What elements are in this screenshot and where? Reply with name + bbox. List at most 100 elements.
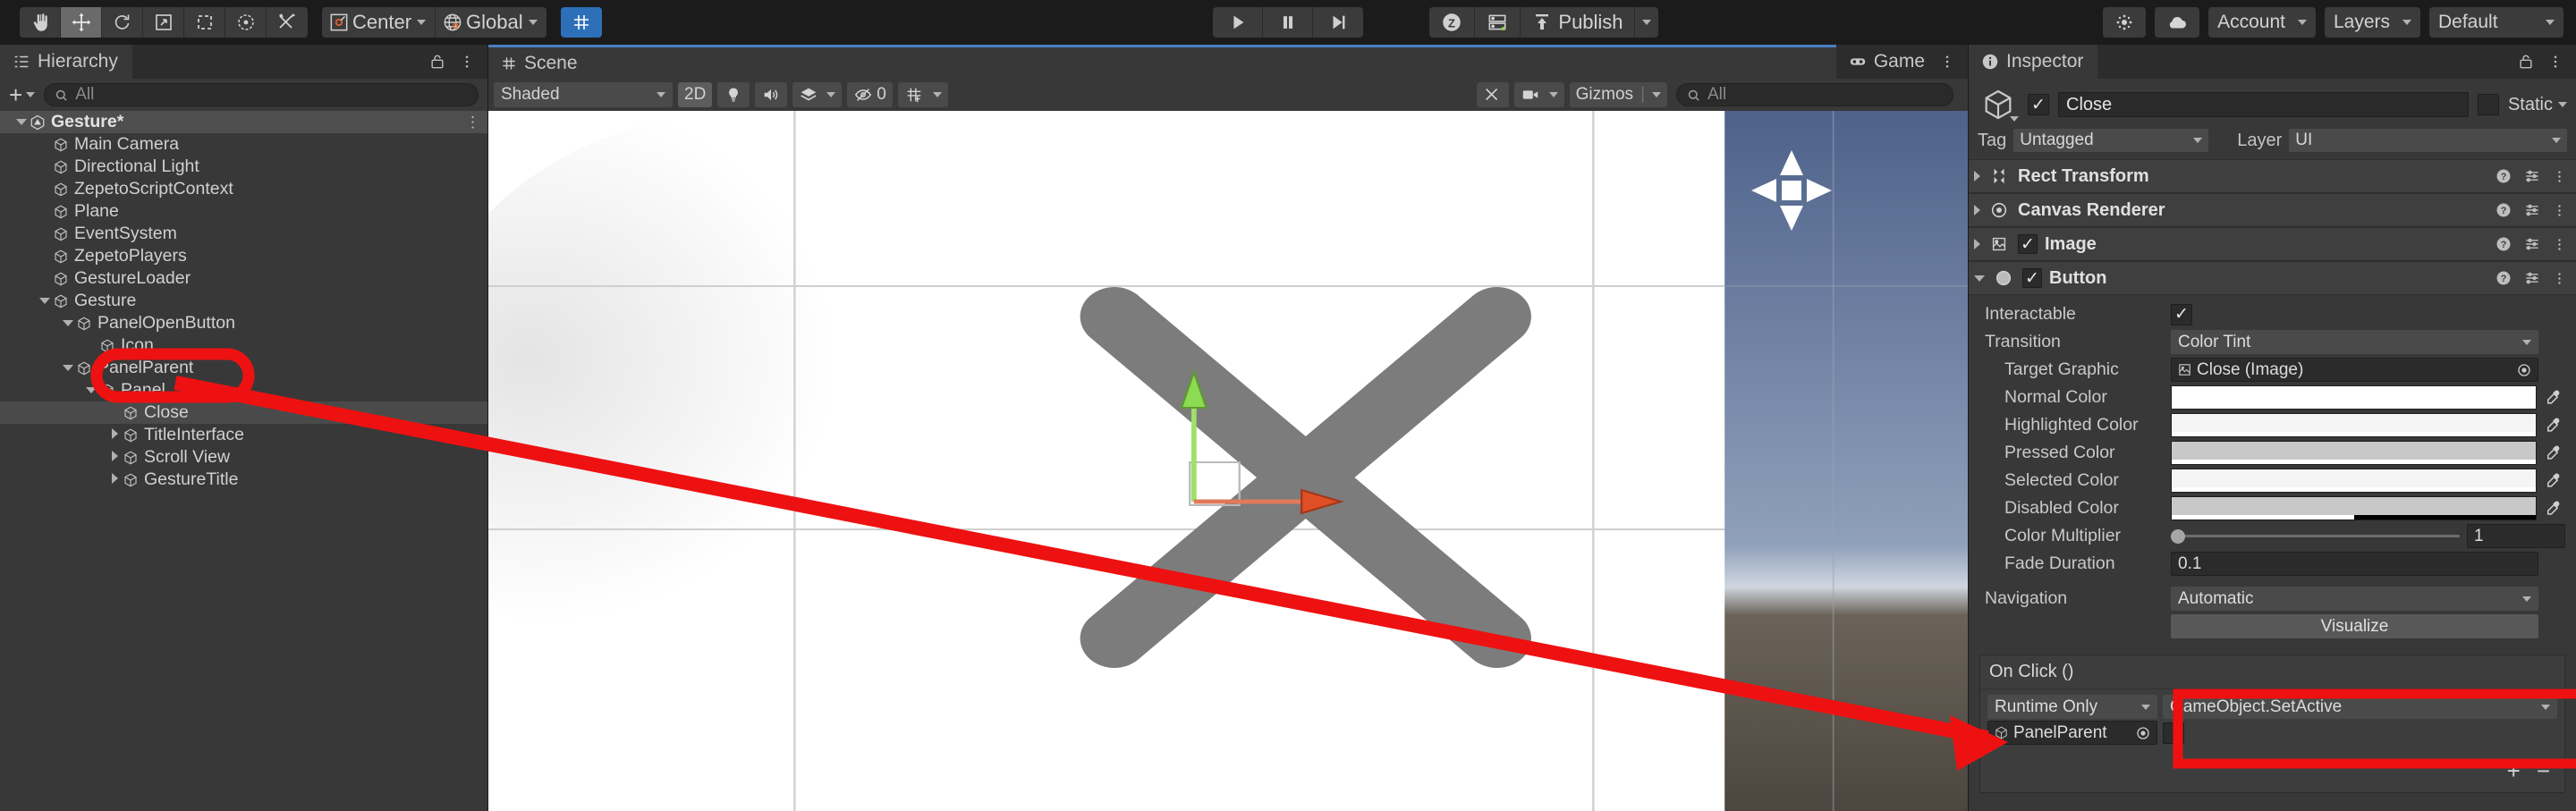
- color-swatch[interactable]: [2171, 385, 2537, 410]
- hierarchy-item-main-camera[interactable]: Main Camera: [0, 133, 487, 156]
- hierarchy-item-eventsystem[interactable]: EventSystem: [0, 223, 487, 245]
- chevron-right-icon-rect[interactable]: [1974, 171, 1980, 182]
- target-object-field[interactable]: PanelParent: [1987, 721, 2157, 745]
- kebab-menu-icon-5[interactable]: [2552, 203, 2567, 218]
- chevron-down-icon[interactable]: [14, 117, 29, 128]
- preset-icon-4[interactable]: [2523, 269, 2541, 287]
- hierarchy-item-panelparent[interactable]: PanelParent: [0, 357, 487, 379]
- help-icon[interactable]: ?: [2495, 167, 2512, 185]
- cloud-button[interactable]: [2155, 7, 2200, 38]
- eyedropper-icon[interactable]: [2542, 389, 2565, 407]
- hierarchy-item-icon[interactable]: Icon: [0, 334, 487, 357]
- kebab-menu-icon-7[interactable]: [2552, 271, 2567, 286]
- publish-button[interactable]: Publish: [1521, 7, 1635, 38]
- color-swatch[interactable]: [2171, 441, 2537, 465]
- eyedropper-icon[interactable]: [2542, 500, 2565, 518]
- scene-visibility-button[interactable]: 0: [847, 82, 893, 107]
- call-state-dropdown[interactable]: Runtime Only: [1987, 695, 2157, 719]
- tag-dropdown[interactable]: Untagged: [2013, 129, 2209, 152]
- preset-icon-2[interactable]: [2523, 201, 2541, 219]
- play-button[interactable]: [1213, 7, 1263, 38]
- scene-search-input[interactable]: All: [1676, 83, 1953, 106]
- color-swatch[interactable]: [2171, 469, 2537, 493]
- hierarchy-item-gesture[interactable]: Gesture: [0, 290, 487, 312]
- hierarchy-tree[interactable]: Gesture* ⋮ Main Camera Directional Light Zep…: [0, 111, 487, 811]
- add-listener-button[interactable]: +: [2507, 757, 2521, 785]
- tab-hierarchy[interactable]: Hierarchy: [0, 45, 132, 79]
- button-enabled-checkbox[interactable]: [2022, 268, 2042, 288]
- interactable-checkbox[interactable]: [2171, 303, 2192, 325]
- layers-dropdown[interactable]: Layers: [2324, 7, 2420, 38]
- color-swatch[interactable]: [2171, 496, 2537, 520]
- pivot-rotation-button[interactable]: Global: [436, 7, 547, 38]
- eyedropper-icon[interactable]: [2542, 472, 2565, 490]
- hierarchy-item-gesturetitle[interactable]: GestureTitle: [0, 469, 487, 491]
- toggle-2d-button[interactable]: 2D: [678, 82, 713, 107]
- hand-tool-button[interactable]: [20, 7, 61, 38]
- hierarchy-item-zepetoscriptcontext[interactable]: ZepetoScriptContext: [0, 178, 487, 200]
- tab-game[interactable]: Game: [1835, 45, 1939, 79]
- scene-lighting-button[interactable]: [717, 82, 750, 107]
- function-dropdown[interactable]: GameObject.SetActive: [2163, 695, 2557, 719]
- object-name-input[interactable]: Close: [2058, 92, 2469, 117]
- scene-grid-button[interactable]: [897, 82, 948, 107]
- scene-fx-button[interactable]: [792, 82, 843, 107]
- hierarchy-search-input[interactable]: All: [44, 83, 479, 106]
- chevron-down-icon[interactable]: [61, 318, 75, 329]
- chevron-right-icon[interactable]: [107, 428, 122, 442]
- transform-tool-button[interactable]: [225, 7, 267, 38]
- component-canvas-renderer[interactable]: Canvas Renderer ?: [1969, 193, 2576, 227]
- rotate-tool-button[interactable]: [102, 7, 143, 38]
- kebab-menu-icon-3[interactable]: [2547, 54, 2563, 70]
- hierarchy-item-plane[interactable]: Plane: [0, 200, 487, 223]
- static-dropdown[interactable]: Static: [2508, 95, 2567, 115]
- object-picker-icon[interactable]: [2516, 362, 2532, 378]
- layout-dropdown[interactable]: Default: [2429, 7, 2563, 38]
- help-icon-2[interactable]: ?: [2495, 201, 2512, 219]
- grid-snap-button[interactable]: [560, 7, 602, 38]
- scene-audio-button[interactable]: [755, 82, 788, 107]
- hierarchy-create-button[interactable]: +: [5, 81, 38, 109]
- rect-tool-button[interactable]: [184, 7, 225, 38]
- transition-dropdown[interactable]: Color Tint: [2171, 330, 2538, 354]
- scale-tool-button[interactable]: [143, 7, 184, 38]
- help-icon-4[interactable]: ?: [2495, 269, 2512, 287]
- hierarchy-item-close[interactable]: Close: [0, 401, 487, 424]
- hierarchy-item-scroll-view[interactable]: Scroll View: [0, 446, 487, 469]
- chevron-down-icon[interactable]: [61, 363, 75, 374]
- hierarchy-item-zepetoplayers[interactable]: ZepetoPlayers: [0, 245, 487, 267]
- publish-dropdown-button[interactable]: [1634, 7, 1658, 38]
- image-enabled-checkbox[interactable]: [2018, 234, 2038, 254]
- kebab-menu-icon[interactable]: ⋮: [465, 114, 480, 131]
- hierarchy-item-panel[interactable]: Panel: [0, 379, 487, 401]
- shading-mode-dropdown[interactable]: Shaded: [494, 82, 673, 107]
- color-multiplier-input[interactable]: 1: [2467, 524, 2565, 548]
- kebab-menu-icon-6[interactable]: [2552, 237, 2567, 252]
- chevron-right-icon-canvas[interactable]: [1974, 205, 1980, 215]
- navigation-dropdown[interactable]: Automatic: [2171, 587, 2538, 611]
- fade-duration-input[interactable]: 0.1: [2171, 552, 2538, 576]
- eyedropper-icon[interactable]: [2542, 444, 2565, 462]
- lock-icon-2[interactable]: [2517, 53, 2535, 71]
- tab-inspector[interactable]: Inspector: [1969, 45, 2098, 79]
- scene-camera-button[interactable]: [1513, 82, 1564, 107]
- setactive-argument-checkbox[interactable]: [2163, 722, 2184, 744]
- layer-dropdown[interactable]: UI: [2289, 129, 2567, 152]
- kebab-menu-icon-2[interactable]: [1939, 54, 1955, 70]
- color-multiplier-slider[interactable]: [2171, 524, 2460, 548]
- hierarchy-item-gesture-[interactable]: Gesture* ⋮: [0, 111, 487, 133]
- zepeto-button[interactable]: Z: [1429, 7, 1476, 38]
- chevron-down-icon-button[interactable]: [1974, 275, 1985, 282]
- target-graphic-object-field[interactable]: Close (Image): [2171, 358, 2538, 382]
- pause-button[interactable]: [1263, 7, 1313, 38]
- preset-icon[interactable]: [2523, 167, 2541, 185]
- step-button[interactable]: [1313, 7, 1363, 38]
- kebab-menu-icon-4[interactable]: [2552, 169, 2567, 184]
- remove-listener-button[interactable]: −: [2537, 757, 2550, 785]
- scene-orientation-gizmo[interactable]: [1737, 136, 1844, 243]
- scene-viewport[interactable]: [488, 111, 1968, 811]
- hierarchy-item-gestureloader[interactable]: GestureLoader: [0, 267, 487, 290]
- pivot-mode-button[interactable]: Center: [322, 7, 436, 38]
- chevron-right-icon[interactable]: [107, 451, 122, 464]
- chevron-right-icon[interactable]: [107, 473, 122, 486]
